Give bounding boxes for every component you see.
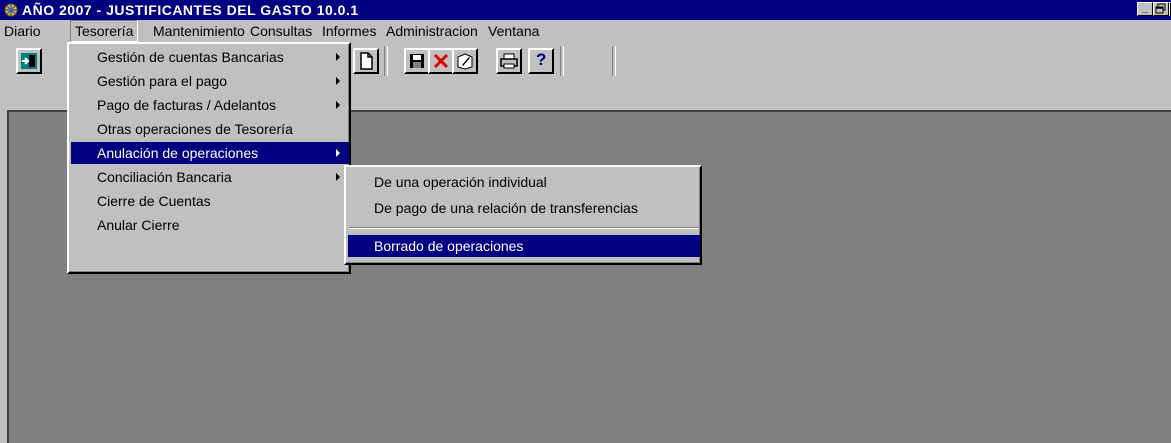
menu-item-gestion-pago[interactable]: Gestión para el pago — [71, 70, 349, 92]
menu-administracion[interactable]: Administracion — [382, 20, 482, 42]
menu-bar: Diario Tesorería Mantenimiento Consultas… — [0, 20, 1171, 42]
menu-item-borrado-operaciones[interactable]: Borrado de operaciones — [348, 235, 700, 257]
edit-icon — [457, 53, 473, 70]
menu-item-label: Anulación de operaciones — [97, 145, 259, 161]
delete-button[interactable] — [428, 48, 454, 74]
exit-button[interactable] — [16, 48, 42, 74]
toolbar-separator — [384, 46, 388, 76]
edit-button[interactable] — [452, 48, 478, 74]
tesoreria-menu: Gestión de cuentas Bancarias Gestión par… — [67, 42, 351, 274]
minimize-icon: _ — [1142, 3, 1148, 14]
menu-item-anular-cierre[interactable]: Anular Cierre — [71, 214, 349, 236]
new-button[interactable] — [353, 48, 379, 74]
delete-icon — [433, 53, 449, 69]
menu-mantenimiento[interactable]: Mantenimiento — [149, 20, 249, 42]
menu-item-gestion-cuentas-bancarias[interactable]: Gestión de cuentas Bancarias — [71, 46, 349, 68]
menu-diario[interactable]: Diario — [0, 20, 45, 42]
help-icon: ? — [536, 50, 547, 69]
menu-item-relacion-transferencias[interactable]: De pago de una relación de transferencia… — [348, 197, 700, 219]
toolbar-separator — [560, 46, 564, 76]
print-button[interactable] — [496, 48, 522, 74]
menu-item-label: Gestión para el pago — [97, 73, 227, 89]
submenu-arrow-icon — [336, 53, 340, 61]
menu-item-anulacion-operaciones[interactable]: Anulación de operaciones — [71, 142, 349, 164]
submenu-arrow-icon — [336, 101, 340, 109]
submenu-arrow-icon — [336, 173, 340, 181]
toolbar-separator — [612, 46, 616, 76]
print-icon — [500, 53, 518, 69]
new-document-icon — [360, 52, 373, 70]
menu-item-label: Cierre de Cuentas — [97, 193, 211, 209]
menu-item-cierre-cuentas[interactable]: Cierre de Cuentas — [71, 190, 349, 212]
menu-item-label: Pago de facturas / Adelantos — [97, 97, 277, 113]
window-title: AÑO 2007 - JUSTIFICANTES DEL GASTO 10.0.… — [22, 2, 359, 18]
submenu-arrow-icon — [336, 149, 340, 157]
menu-item-label: Otras operaciones de Tesorería — [97, 121, 293, 137]
menu-item-operacion-individual[interactable]: De una operación individual — [348, 171, 700, 193]
menu-item-pago-facturas[interactable]: Pago de facturas / Adelantos — [71, 94, 349, 116]
save-button[interactable] — [404, 48, 430, 74]
menu-ventana[interactable]: Ventana — [484, 20, 543, 42]
menu-item-label: De pago de una relación de transferencia… — [374, 200, 638, 216]
menu-item-label: De una operación individual — [374, 174, 547, 190]
minimize-button[interactable]: _ — [1137, 2, 1153, 16]
menu-item-otras-operaciones[interactable]: Otras operaciones de Tesorería — [71, 118, 349, 140]
maximize-button[interactable] — [1153, 2, 1169, 16]
menu-item-label: Anular Cierre — [97, 217, 180, 233]
app-icon — [4, 3, 18, 17]
menu-item-label: Borrado de operaciones — [374, 238, 524, 254]
submenu-arrow-icon — [336, 77, 340, 85]
menu-separator — [350, 227, 698, 229]
anulacion-submenu: De una operación individual De pago de u… — [344, 165, 702, 265]
menu-tesoreria[interactable]: Tesorería — [70, 20, 139, 42]
maximize-icon — [1155, 3, 1166, 14]
menu-item-label: Gestión de cuentas Bancarias — [97, 49, 284, 65]
menu-item-conciliacion-bancaria[interactable]: Conciliación Bancaria — [71, 166, 349, 188]
help-button[interactable]: ? — [528, 48, 554, 74]
menu-item-label: Conciliación Bancaria — [97, 169, 232, 185]
menu-consultas[interactable]: Consultas — [246, 20, 316, 42]
exit-icon — [21, 53, 37, 69]
menu-informes[interactable]: Informes — [318, 20, 380, 42]
save-icon — [410, 54, 424, 68]
title-bar[interactable]: AÑO 2007 - JUSTIFICANTES DEL GASTO 10.0.… — [0, 0, 1171, 20]
